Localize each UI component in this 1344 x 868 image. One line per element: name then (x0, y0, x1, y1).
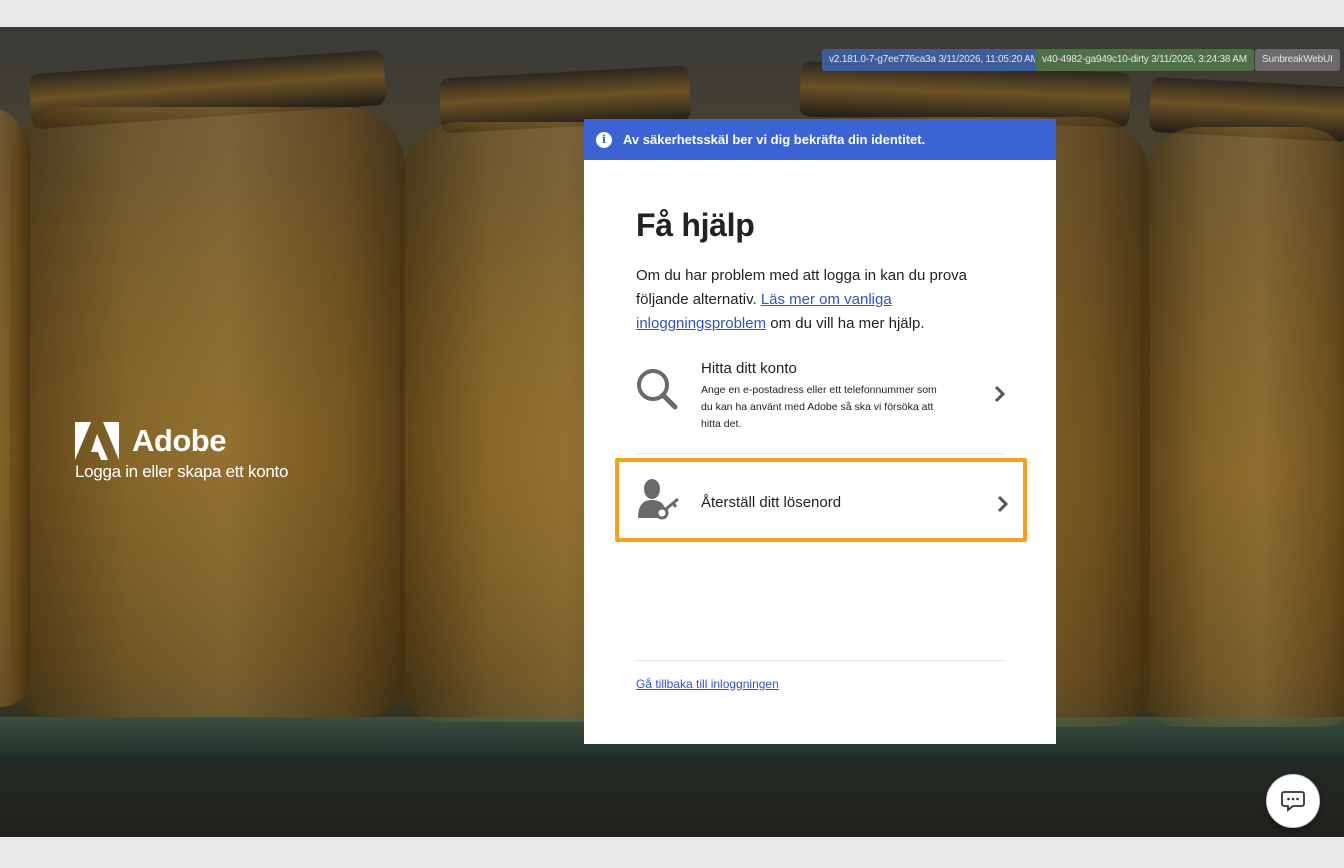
reset-password-title: Återställ ditt lösenord (701, 494, 842, 511)
security-banner: i Av säkerhetsskäl ber vi dig bekräfta d… (584, 119, 1056, 160)
chevron-right-icon (997, 495, 1009, 513)
info-icon: i (596, 131, 612, 148)
user-key-icon (638, 479, 679, 520)
chat-icon (1281, 791, 1305, 812)
brand-tagline: Logga in eller skapa ett konto (75, 462, 289, 481)
brand-block: Adobe Logga in eller skapa ett konto (75, 422, 288, 482)
build-version-badge: v2.181.0-7-g7ee776ca3a 3/11/2026, 11:05:… (822, 49, 1046, 71)
search-icon (637, 369, 678, 410)
help-card: i Av säkerhetsskäl ber vi dig bekräfta d… (584, 119, 1056, 744)
divider (636, 660, 1004, 661)
bottom-browser-strip (0, 837, 1344, 868)
find-account-option[interactable]: Hitta ditt konto Ange en e-postadress el… (636, 356, 1008, 440)
divider (636, 453, 1004, 454)
intro-text-end: om du vill ha mer hjälp. (766, 315, 925, 332)
app-name-badge: SunbreakWebUI (1255, 49, 1340, 71)
page-title: Få hjälp (636, 207, 755, 243)
adobe-logo-icon (75, 422, 119, 460)
chat-button[interactable] (1266, 774, 1320, 828)
build-version-badge-2: v40-4982-ga949c10-dirty 3/11/2026, 3:24:… (1035, 49, 1254, 71)
find-account-title: Hitta ditt konto (701, 360, 797, 377)
chevron-right-icon (994, 385, 1006, 403)
back-to-login-link[interactable]: Gå tillbaka till inloggningen (636, 677, 779, 691)
brand-name: Adobe (132, 423, 226, 458)
reset-password-option[interactable]: Återställ ditt lösenord (615, 458, 1027, 542)
intro-text: Om du har problem med att logga in kan d… (636, 264, 986, 336)
find-account-description: Ange en e-postadress eller ett telefonnu… (701, 384, 937, 430)
banner-text: Av säkerhetsskäl ber vi dig bekräfta din… (623, 132, 926, 147)
top-browser-strip (0, 0, 1344, 27)
